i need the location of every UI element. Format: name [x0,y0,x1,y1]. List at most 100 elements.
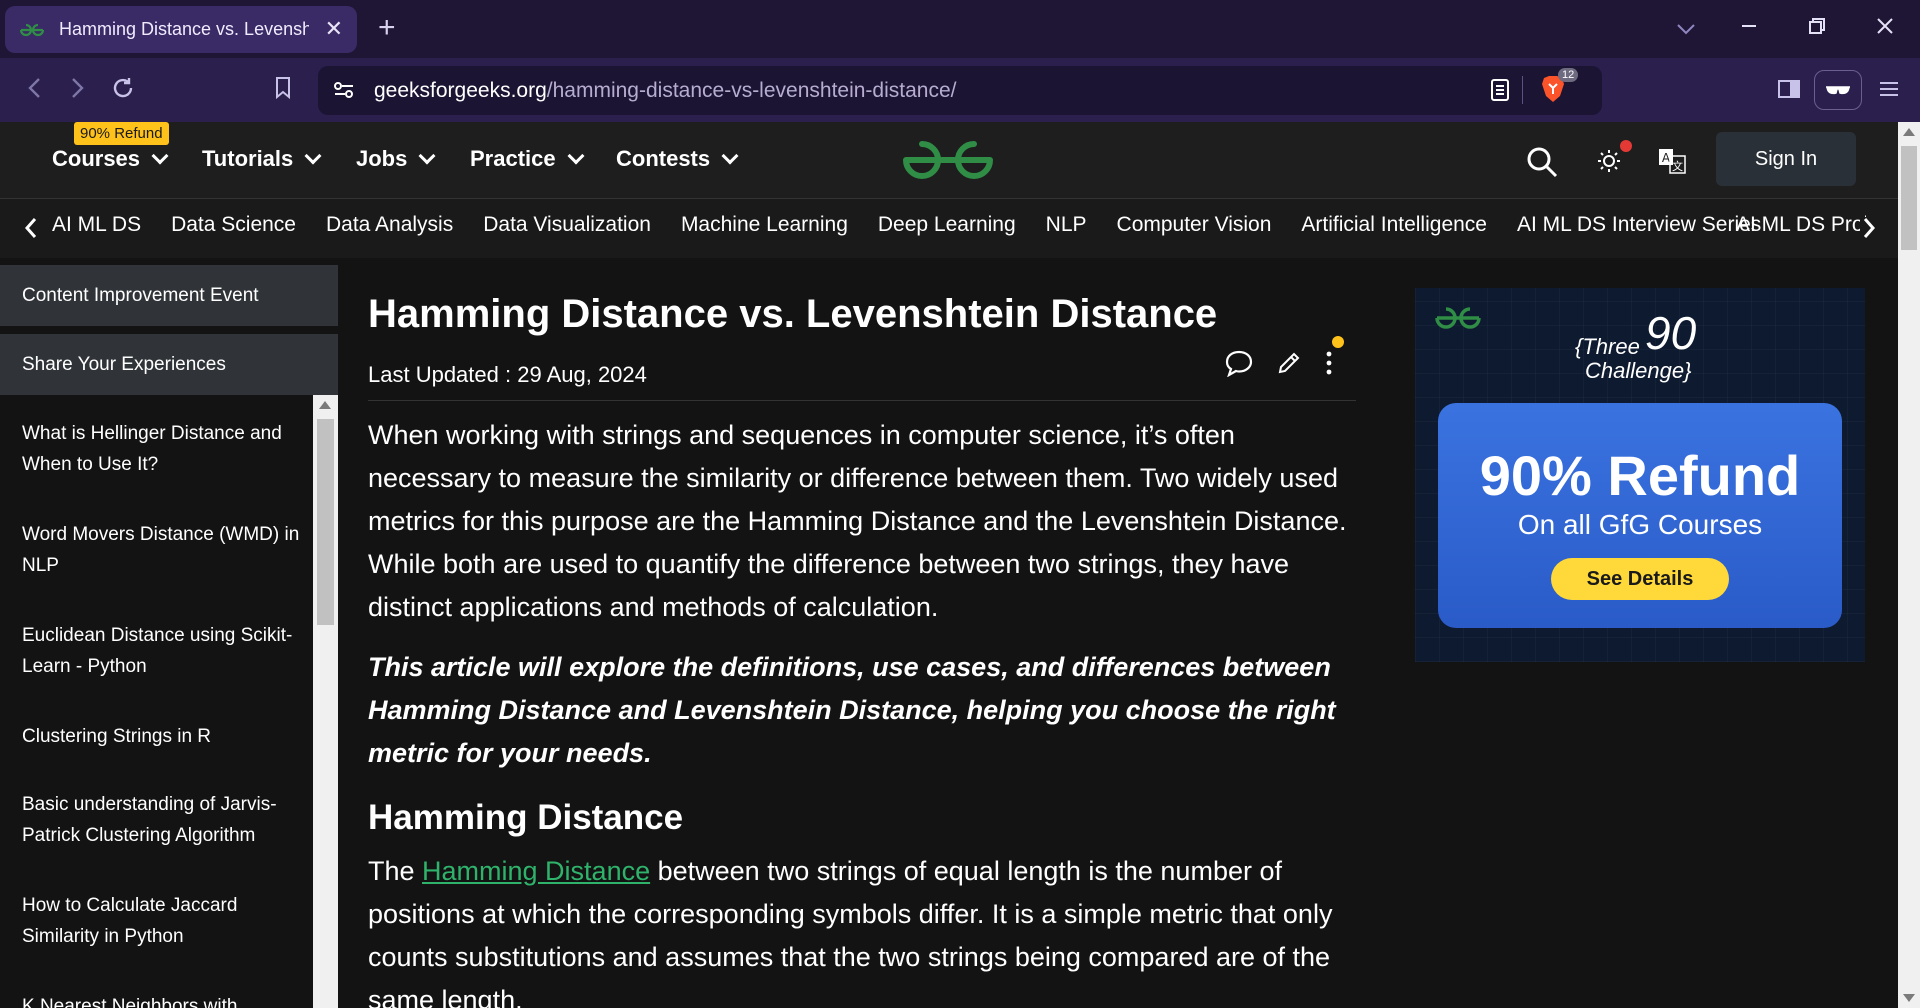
sidebar-toggle-icon[interactable] [1774,76,1804,106]
paragraph-text: The [368,856,423,886]
refund-badge: 90% Refund [74,122,169,145]
private-window-icon[interactable] [1814,70,1862,110]
list-item[interactable]: How to Calculate Jaccard Similarity in P… [22,890,302,952]
subnav-item[interactable]: AI ML DS Interview Series [1517,213,1761,237]
address-bar[interactable]: geeksforgeeks.org/hamming-distance-vs-le… [318,66,1602,115]
sidebar-scrollbar[interactable] [313,395,338,1008]
reader-mode-icon[interactable] [1490,78,1510,107]
subnav-item[interactable]: Machine Learning [681,213,848,237]
page-scroll-thumb[interactable] [1901,146,1917,250]
chevron-down-icon [418,147,436,165]
tab-title: Hamming Distance vs. Levenshtein Distanc… [59,19,309,39]
forward-icon[interactable] [62,76,92,106]
scroll-left-icon[interactable] [24,217,38,244]
divider [368,400,1356,401]
sidebar-link-content-improvement[interactable]: Content Improvement Event [0,265,338,326]
see-details-button[interactable]: See Details [1551,558,1729,600]
nav-label: Practice [470,146,556,171]
scroll-down-icon[interactable] [1903,994,1915,1002]
nav-tutorials[interactable]: Tutorials [202,146,322,172]
subnav-item[interactable]: AI ML DS [52,213,141,237]
subnav-item[interactable]: NLP [1046,213,1087,237]
close-window-icon[interactable] [1876,14,1894,42]
url-path: /hamming-distance-vs-levenshtein-distanc… [546,79,957,102]
list-item[interactable]: Euclidean Distance using Scikit-Learn - … [22,620,302,682]
gfg-logo-icon[interactable] [900,136,996,187]
sidebar-link-share-experiences[interactable]: Share Your Experiences [0,334,338,395]
gfg-logo-icon [1433,304,1483,335]
ad-ninety: 90 [1645,307,1697,359]
tab-search-chevron-icon[interactable] [1676,14,1696,42]
reload-icon[interactable] [108,76,138,106]
ad-banner[interactable]: {Three 90 Challenge} 90% Refund On all G… [1415,288,1865,662]
theme-toggle-icon[interactable] [1596,148,1622,179]
list-item[interactable]: Word Movers Distance (WMD) in NLP [22,519,302,581]
search-icon[interactable] [1526,146,1558,183]
article-paragraph: The Hamming Distance between two strings… [368,850,1358,1008]
notification-dot [1620,140,1632,152]
nav-jobs[interactable]: Jobs [356,146,436,172]
chevron-down-icon [304,147,322,165]
translate-icon[interactable]: A文 [1658,148,1686,179]
subnav-item[interactable]: Data Analysis [326,213,453,237]
subnav-item[interactable]: Computer Vision [1117,213,1272,237]
scroll-up-icon[interactable] [1903,128,1915,136]
chevron-down-icon [151,147,169,165]
chevron-down-icon [567,147,585,165]
list-item[interactable]: K Nearest Neighbors with [22,991,302,1008]
subnav-item[interactable]: Artificial Intelligence [1301,213,1487,237]
nav-practice[interactable]: Practice [470,146,585,172]
gfg-favicon-icon [19,20,45,40]
restore-icon[interactable] [1808,14,1826,42]
related-articles-list: What is Hellinger Distance and When to U… [0,395,313,1008]
url-host: geeksforgeeks.org [374,79,547,102]
article-actions [1224,336,1344,383]
tab-close-icon[interactable]: ✕ [325,17,343,41]
tab-strip: Hamming Distance vs. Levenshtein Distanc… [0,0,1920,58]
article-intro: When working with strings and sequences … [368,420,1347,622]
nav-label: Contests [616,146,711,171]
bookmark-icon[interactable] [268,76,298,106]
list-item[interactable]: What is Hellinger Distance and When to U… [22,418,302,480]
comment-icon[interactable] [1224,349,1254,382]
article-emphasis: This article will explore the definition… [368,652,1336,768]
sign-in-button[interactable]: Sign In [1716,132,1856,186]
url-text[interactable]: geeksforgeeks.org/hamming-distance-vs-le… [374,79,956,103]
minimize-icon[interactable] [1740,14,1758,42]
page-scrollbar[interactable] [1898,122,1920,1008]
scroll-up-icon[interactable] [319,401,331,409]
site-settings-icon[interactable] [332,78,356,107]
nav-contests[interactable]: Contests [616,146,739,172]
left-sidebar: Content Improvement Event Share Your Exp… [0,265,338,1008]
ad-three: {Three [1575,334,1640,359]
edit-icon[interactable] [1276,350,1302,381]
new-tab-button[interactable]: + [378,12,396,44]
subnav-item[interactable]: Data Visualization [483,213,651,237]
list-item[interactable]: Basic understanding of Jarvis-Patrick Cl… [22,789,302,851]
subnav-item[interactable]: Data Science [171,213,296,237]
hamming-distance-link[interactable]: Hamming Distance [422,856,650,886]
ad-refund: 90% Refund [1479,444,1801,507]
subnav-item[interactable]: Deep Learning [878,213,1016,237]
browser-toolbar: geeksforgeeks.org/hamming-distance-vs-le… [0,58,1920,122]
category-subnav: AI ML DS Data Science Data Analysis Data… [0,198,1898,258]
site-header: 90% Refund Courses Tutorials Jobs Practi… [0,122,1920,198]
nav-label: Tutorials [202,146,294,171]
last-updated: Last Updated : 29 Aug, 2024 [368,362,647,387]
back-icon[interactable] [20,76,50,106]
list-item[interactable]: Clustering Strings in R [22,721,302,752]
ad-challenge: Challenge} [1585,358,1692,383]
urlbar-divider [1522,76,1523,104]
chevron-down-icon [721,147,739,165]
nav-courses[interactable]: Courses [52,146,169,172]
more-options-icon[interactable] [1324,336,1344,383]
menu-icon[interactable] [1874,76,1904,106]
subnav-item-truncated[interactable]: AI ML DS Projects [1736,213,1866,245]
scroll-right-icon[interactable] [1860,217,1876,244]
ad-card: 90% Refund On all GfG Courses See Detail… [1438,403,1842,628]
article-title: Hamming Distance vs. Levenshtein Distanc… [368,292,1218,336]
nav-label: Jobs [356,146,408,171]
sidebar-scroll-thumb[interactable] [317,419,334,625]
article: Hamming Distance vs. Levenshtein Distanc… [368,290,1356,1008]
browser-tab-active[interactable]: Hamming Distance vs. Levenshtein Distanc… [5,6,357,53]
